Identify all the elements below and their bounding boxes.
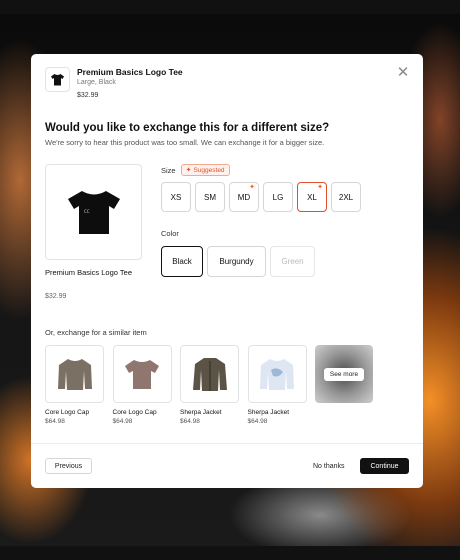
size-option-2xl[interactable]: 2XL	[331, 182, 361, 212]
footer-divider	[31, 443, 423, 444]
jacket-icon	[192, 358, 227, 391]
size-option-xl[interactable]: XL ✦	[297, 182, 327, 212]
similar-item-price: $64.98	[180, 418, 200, 425]
suggested-label: Suggested	[193, 166, 225, 174]
product-header: Premium Basics Logo Tee Large, Black $32…	[45, 67, 183, 101]
color-option-label: Burgundy	[219, 257, 254, 266]
exchange-modal: ✕ Premium Basics Logo Tee Large, Black $…	[31, 54, 423, 488]
size-options: XS SM MD ✦ LG XL ✦ 2XL	[161, 182, 365, 212]
size-option-label: SM	[204, 192, 216, 202]
sweater-icon	[260, 359, 294, 390]
size-option-xs[interactable]: XS	[161, 182, 191, 212]
similar-item[interactable]: Core Logo Cap $64.98	[112, 345, 172, 426]
similar-item[interactable]: Sherpa Jacket $64.98	[180, 345, 239, 426]
color-option-label: Green	[281, 257, 304, 266]
continue-button[interactable]: Continue	[360, 458, 409, 474]
tshirt-icon: CC	[67, 191, 120, 234]
similar-item-image	[112, 345, 172, 403]
color-option-green: Green	[270, 246, 315, 277]
see-more-button[interactable]: See more	[315, 345, 373, 403]
size-label-row: Size ✦ Suggested	[161, 164, 230, 176]
tshirt-icon	[125, 360, 159, 389]
color-label: Color	[161, 229, 179, 238]
size-option-sm[interactable]: SM	[195, 182, 225, 212]
product-name: Premium Basics Logo Tee	[77, 67, 183, 77]
similar-item-name: Core Logo Cap	[45, 409, 90, 416]
no-thanks-button[interactable]: No thanks	[313, 458, 345, 474]
close-icon[interactable]: ✕	[396, 65, 410, 80]
similar-item-name: Sherpa Jacket	[180, 409, 222, 416]
similar-items: Core Logo Cap $64.98 Core Logo Cap $64.9…	[45, 345, 373, 426]
bottom-bar	[0, 546, 460, 560]
similar-item-price: $64.98	[112, 418, 133, 425]
suggested-badge: ✦ Suggested	[180, 164, 230, 176]
similar-item-image	[247, 345, 307, 403]
similar-item-name: Sherpa Jacket	[247, 409, 290, 416]
color-option-burgundy[interactable]: Burgundy	[207, 246, 266, 277]
svg-text:CC: CC	[84, 209, 90, 214]
see-more-label: See more	[323, 367, 365, 381]
size-option-label: MD	[237, 192, 251, 202]
main-product-name: Premium Basics Logo Tee	[45, 268, 132, 277]
top-bar	[0, 0, 460, 14]
size-option-label: LG	[272, 192, 284, 202]
size-label: Size	[161, 165, 176, 175]
similar-item-price: $64.98	[45, 418, 65, 425]
product-variant: Large, Black	[77, 79, 116, 86]
bolt-icon: ✦	[249, 184, 255, 191]
main-product-image: CC	[45, 164, 142, 260]
similar-item-price: $64.98	[247, 418, 268, 425]
color-option-label: Black	[172, 257, 192, 266]
color-option-black[interactable]: Black	[161, 246, 203, 277]
size-option-label: 2XL	[338, 192, 354, 202]
jacket-icon	[57, 359, 92, 390]
bolt-icon: ✦	[185, 167, 192, 174]
similar-label: Or, exchange for a similar item	[45, 328, 147, 337]
similar-item-image	[45, 345, 104, 403]
product-price: $32.99	[77, 92, 99, 99]
similar-item-name: Core Logo Cap	[112, 409, 157, 416]
product-thumbnail	[45, 67, 70, 92]
question-subtitle: We're sorry to hear this product was too…	[45, 138, 325, 147]
color-options: Black Burgundy Green	[161, 246, 319, 277]
tshirt-icon	[51, 74, 64, 86]
similar-item[interactable]: Core Logo Cap $64.98	[45, 345, 104, 426]
similar-item[interactable]: Sherpa Jacket $64.98	[247, 345, 307, 426]
size-option-lg[interactable]: LG	[263, 182, 293, 212]
size-option-label: XS	[170, 192, 182, 202]
question-title: Would you like to exchange this for a di…	[45, 122, 330, 134]
bolt-icon: ✦	[317, 184, 323, 191]
main-product-price: $32.99	[45, 293, 67, 300]
previous-button[interactable]: Previous	[45, 458, 92, 474]
size-option-label: XL	[307, 192, 317, 202]
similar-item-image	[180, 345, 239, 403]
size-option-md[interactable]: MD ✦	[229, 182, 259, 212]
